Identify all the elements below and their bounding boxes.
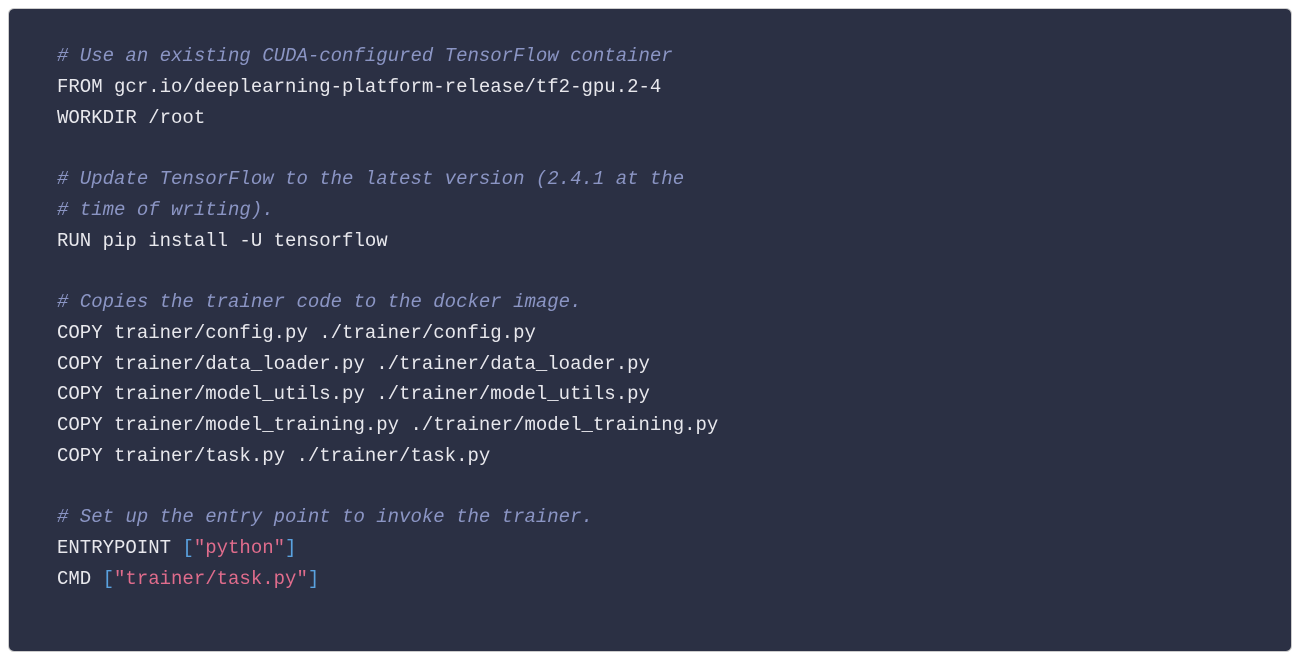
keyword-entrypoint: ENTRYPOINT	[57, 537, 182, 559]
code-comment: # Use an existing CUDA-configured Tensor…	[57, 41, 1243, 72]
code-comment: # Set up the entry point to invoke the t…	[57, 502, 1243, 533]
code-line: COPY trainer/model_training.py ./trainer…	[57, 410, 1243, 441]
dockerfile-code-block: # Use an existing CUDA-configured Tensor…	[8, 8, 1292, 652]
code-line: WORKDIR /root	[57, 103, 1243, 134]
code-comment: # Update TensorFlow to the latest versio…	[57, 164, 1243, 195]
code-line-cmd: CMD ["trainer/task.py"]	[57, 564, 1243, 595]
code-line: COPY trainer/task.py ./trainer/task.py	[57, 441, 1243, 472]
code-comment: # Copies the trainer code to the docker …	[57, 287, 1243, 318]
code-line: COPY trainer/config.py ./trainer/config.…	[57, 318, 1243, 349]
blank-line	[57, 133, 1243, 164]
code-line-entrypoint: ENTRYPOINT ["python"]	[57, 533, 1243, 564]
bracket-open: [	[182, 537, 193, 559]
code-comment: # time of writing).	[57, 195, 1243, 226]
string-literal: "trainer/task.py"	[114, 568, 308, 590]
bracket-close: ]	[308, 568, 319, 590]
blank-line	[57, 472, 1243, 503]
code-line: COPY trainer/data_loader.py ./trainer/da…	[57, 349, 1243, 380]
bracket-open: [	[103, 568, 114, 590]
code-line: RUN pip install -U tensorflow	[57, 226, 1243, 257]
code-line: FROM gcr.io/deeplearning-platform-releas…	[57, 72, 1243, 103]
string-literal: "python"	[194, 537, 285, 559]
keyword-cmd: CMD	[57, 568, 103, 590]
code-line: COPY trainer/model_utils.py ./trainer/mo…	[57, 379, 1243, 410]
bracket-close: ]	[285, 537, 296, 559]
blank-line	[57, 256, 1243, 287]
